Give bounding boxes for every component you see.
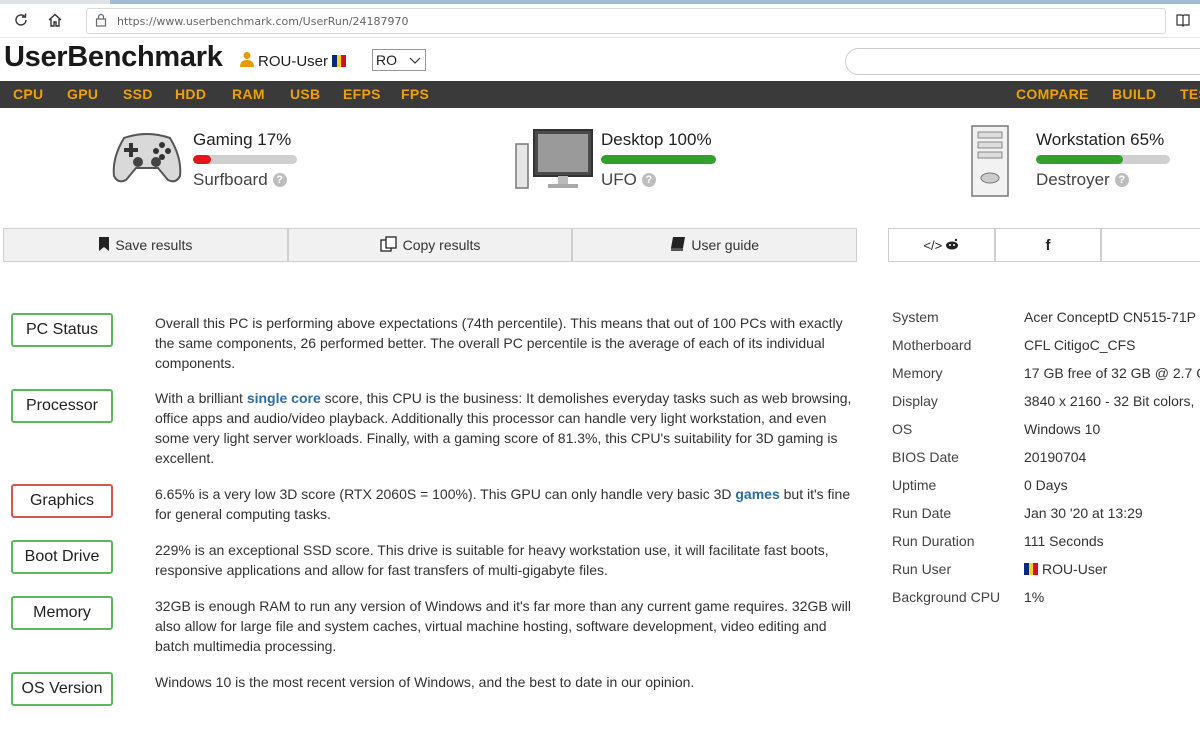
system-info-table: System Acer ConceptD CN515-71P Motherboar… bbox=[892, 309, 1200, 617]
book-icon bbox=[670, 236, 686, 254]
menu-ssd[interactable]: SSD bbox=[123, 86, 153, 102]
single-core-link[interactable]: single core bbox=[247, 390, 321, 406]
gaming-score[interactable]: Gaming 17% Surfboard? bbox=[108, 118, 308, 208]
browser-address-bar-area: https://www.userbenchmark.com/UserRun/24… bbox=[0, 4, 1200, 38]
boot-drive-status-text: 229% is an exceptional SSD score. This d… bbox=[155, 542, 829, 578]
user-menu[interactable]: ROU-User bbox=[240, 51, 347, 71]
graphics-status-button[interactable]: Graphics bbox=[11, 484, 113, 518]
site-logo[interactable]: UserBenchmark bbox=[4, 41, 223, 74]
help-icon[interactable]: ? bbox=[641, 173, 656, 187]
menu-fps[interactable]: FPS bbox=[401, 86, 429, 102]
memory-status-text: 32GB is enough RAM to run any version of… bbox=[155, 598, 852, 654]
main-menu: CPU GPU SSD HDD RAM USB EFPS FPS COMPARE… bbox=[0, 81, 1200, 108]
embed-reddit-share-button[interactable]: </> bbox=[888, 228, 995, 262]
desktop-score-fill bbox=[601, 155, 716, 164]
desktop-score-name: UFO? bbox=[601, 170, 656, 190]
workstation-score-fill bbox=[1036, 155, 1124, 164]
workstation-score-name: Destroyer? bbox=[1036, 170, 1129, 190]
facebook-share-button[interactable]: f bbox=[994, 228, 1102, 262]
embed-code-icon: </> bbox=[923, 237, 943, 253]
desktop-score[interactable]: Desktop 100% UFO? bbox=[514, 118, 734, 208]
pc-status-text: Overall this PC is performing above expe… bbox=[155, 315, 843, 371]
search-input[interactable] bbox=[845, 48, 1200, 75]
system-info-row: Memory 17 GB free of 32 GB @ 2.7 G bbox=[892, 365, 1200, 381]
system-info-row: Background CPU 1% bbox=[892, 589, 1045, 605]
language-select[interactable]: RO bbox=[372, 49, 426, 71]
gaming-score-name: Surfboard? bbox=[193, 170, 287, 190]
help-icon[interactable]: ? bbox=[272, 173, 287, 187]
workstation-score-bar bbox=[1036, 155, 1170, 164]
system-info-row: Display 3840 x 2160 - 32 Bit colors, bbox=[892, 393, 1195, 409]
system-info-row: OS Windows 10 bbox=[892, 421, 1101, 437]
desktop-computer-icon bbox=[514, 126, 594, 195]
os-version-status-button[interactable]: OS Version bbox=[11, 672, 113, 706]
reload-icon[interactable] bbox=[12, 12, 30, 30]
system-info-row: Uptime 0 Days bbox=[892, 477, 1068, 493]
pc-status-button[interactable]: PC Status bbox=[11, 313, 113, 347]
save-results-label: Save results bbox=[115, 237, 193, 253]
site-header: UserBenchmark ROU-User RO bbox=[0, 38, 1200, 81]
bookmark-icon bbox=[98, 236, 110, 254]
desktop-score-title: Desktop 100% bbox=[601, 130, 712, 149]
workstation-score[interactable]: Workstation 65% Destroyer? bbox=[966, 118, 1200, 208]
processor-status-text: With a brilliant single core score, this… bbox=[155, 390, 852, 466]
menu-gpu[interactable]: GPU bbox=[67, 86, 98, 102]
menu-ram[interactable]: RAM bbox=[232, 86, 265, 102]
menu-efps[interactable]: EFPS bbox=[343, 86, 381, 102]
workstation-score-title: Workstation 65% bbox=[1036, 130, 1165, 149]
memory-status-button[interactable]: Memory bbox=[11, 596, 113, 630]
system-info-row: System Acer ConceptD CN515-71P bbox=[892, 309, 1196, 325]
more-share-button[interactable] bbox=[1101, 228, 1200, 262]
os-version-status-text: Windows 10 is the most recent version of… bbox=[155, 674, 695, 690]
gaming-score-bar bbox=[193, 155, 297, 164]
lock-icon bbox=[95, 13, 109, 29]
copy-results-label: Copy results bbox=[402, 237, 481, 253]
copy-results-button[interactable]: Copy results bbox=[287, 228, 573, 262]
system-info-row: Run Date Jan 30 '20 at 13:29 bbox=[892, 505, 1143, 521]
language-value: RO bbox=[376, 52, 397, 68]
gamepad-icon bbox=[110, 128, 184, 191]
home-icon[interactable] bbox=[46, 12, 64, 30]
menu-usb[interactable]: USB bbox=[290, 86, 320, 102]
processor-status-button[interactable]: Processor bbox=[11, 389, 113, 423]
user-guide-label: User guide bbox=[691, 237, 760, 253]
menu-build[interactable]: BUILD bbox=[1112, 86, 1156, 102]
menu-test[interactable]: TES bbox=[1180, 86, 1200, 102]
menu-compare[interactable]: COMPARE bbox=[1016, 86, 1089, 102]
workstation-tower-icon bbox=[970, 124, 1010, 203]
run-user-value[interactable]: ROU-User bbox=[1024, 561, 1107, 577]
url-input[interactable]: https://www.userbenchmark.com/UserRun/24… bbox=[86, 8, 1166, 34]
system-info-row: BIOS Date 20190704 bbox=[892, 449, 1087, 465]
user-icon bbox=[240, 51, 254, 71]
reddit-icon bbox=[945, 238, 959, 253]
save-results-button[interactable]: Save results bbox=[3, 228, 288, 262]
menu-hdd[interactable]: HDD bbox=[175, 86, 206, 102]
boot-drive-status-button[interactable]: Boot Drive bbox=[11, 540, 113, 574]
romania-flag-icon bbox=[1024, 563, 1039, 575]
share-actions: </> f bbox=[888, 228, 1200, 262]
url-text: https://www.userbenchmark.com/UserRun/24… bbox=[117, 15, 409, 28]
games-link[interactable]: games bbox=[735, 486, 779, 502]
menu-cpu[interactable]: CPU bbox=[13, 86, 43, 102]
chevron-down-icon bbox=[409, 53, 421, 69]
facebook-icon: f bbox=[1045, 236, 1051, 254]
gaming-score-title: Gaming 17% bbox=[193, 130, 292, 149]
system-info-row: Run User ROU-User bbox=[892, 561, 1108, 577]
help-icon[interactable]: ? bbox=[1114, 173, 1129, 187]
gaming-score-fill bbox=[193, 155, 211, 164]
reader-view-icon[interactable] bbox=[1176, 13, 1190, 32]
graphics-status-text: 6.65% is a very low 3D score (RTX 2060S … bbox=[155, 486, 851, 522]
result-actions: Save results Copy results User guide bbox=[3, 228, 858, 262]
desktop-score-bar bbox=[601, 155, 716, 164]
user-guide-button[interactable]: User guide bbox=[572, 228, 858, 262]
copy-icon bbox=[379, 235, 398, 255]
system-info-row: Motherboard CFL CitigoC_CFS bbox=[892, 337, 1136, 353]
romania-flag-icon bbox=[332, 55, 347, 67]
system-info-row: Run Duration 111 Seconds bbox=[892, 533, 1104, 549]
username: ROU-User bbox=[258, 52, 328, 70]
